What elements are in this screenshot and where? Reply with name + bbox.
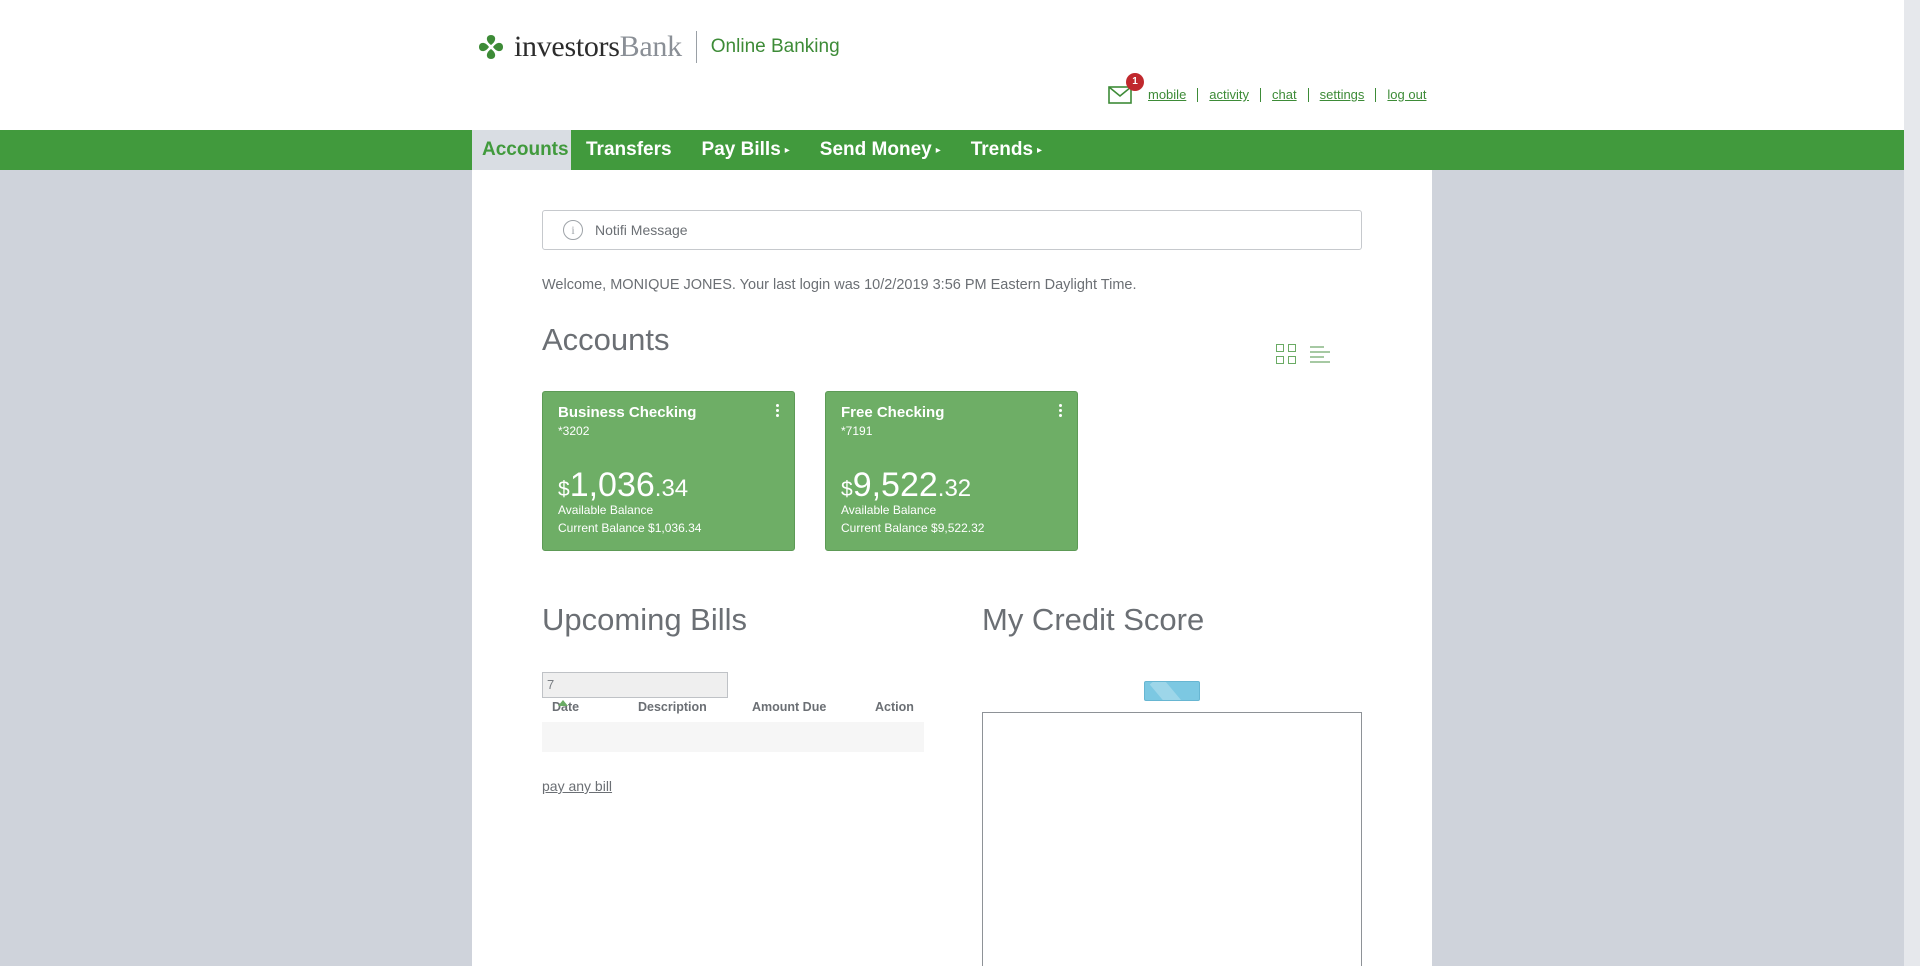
chat-link[interactable]: chat xyxy=(1260,88,1308,102)
account-card-free-checking[interactable]: Free Checking *7191 $9,522.32 Available … xyxy=(825,391,1078,551)
clover-logo-icon xyxy=(476,32,506,62)
available-balance: $9,522.32 xyxy=(841,466,972,504)
online-banking-label: Online Banking xyxy=(710,36,840,57)
main-nav: Accounts Transfers Pay Bills ▸ Send Money… xyxy=(0,130,1904,178)
nav-accounts[interactable]: Accounts xyxy=(472,130,571,178)
info-icon: i xyxy=(563,220,583,240)
available-balance-label: Available Balance xyxy=(558,503,654,517)
account-number: *3202 xyxy=(558,424,590,438)
account-number: *7191 xyxy=(841,424,873,438)
caret-right-icon: ▸ xyxy=(935,145,941,156)
bills-table-header: Date Description Amount Due Action xyxy=(552,700,914,714)
pay-any-bill-link[interactable]: pay any bill xyxy=(542,778,612,794)
log-out-link[interactable]: log out xyxy=(1375,88,1437,102)
notification-bar[interactable]: i Notifi Message xyxy=(542,210,1362,250)
credit-score-heading: My Credit Score xyxy=(982,602,1205,637)
account-name: Business Checking xyxy=(558,404,697,421)
nav-send-money[interactable]: Send Money ▸ xyxy=(805,130,956,170)
bills-days-filter-input[interactable]: 7 xyxy=(542,672,728,698)
caret-right-icon: ▸ xyxy=(1037,145,1043,156)
accounts-heading: Accounts xyxy=(542,322,670,357)
available-balance: $1,036.34 xyxy=(558,466,689,504)
scrollbar-track[interactable] xyxy=(1904,0,1920,966)
logo-divider xyxy=(695,31,697,63)
credit-score-frame xyxy=(982,712,1362,966)
header: investorsBank Online Banking 1 mobile ac… xyxy=(0,0,1904,130)
upcoming-bills-heading: Upcoming Bills xyxy=(542,602,748,637)
account-card-business-checking[interactable]: Business Checking *3202 $1,036.34 Availa… xyxy=(542,391,795,551)
notification-text: Notifi Message xyxy=(595,222,688,238)
account-name: Free Checking xyxy=(841,404,945,421)
messages-button[interactable]: 1 xyxy=(1108,73,1144,104)
list-view-icon[interactable] xyxy=(1310,344,1332,364)
settings-link[interactable]: settings xyxy=(1307,88,1376,102)
activity-link[interactable]: activity xyxy=(1197,88,1260,102)
nav-transfers[interactable]: Transfers xyxy=(571,130,687,170)
table-row-empty xyxy=(542,722,924,752)
mobile-link[interactable]: mobile xyxy=(1148,88,1197,102)
main-content: i Notifi Message Welcome, MONIQUE JONES.… xyxy=(472,170,1432,966)
welcome-message: Welcome, MONIQUE JONES. Your last login … xyxy=(542,277,1137,293)
nav-trends[interactable]: Trends ▸ xyxy=(956,130,1057,170)
view-toggle xyxy=(1276,344,1332,364)
available-balance-label: Available Balance xyxy=(841,503,937,517)
grid-view-icon[interactable] xyxy=(1276,344,1296,364)
brand-name: investorsBank xyxy=(514,30,682,63)
bank-logo[interactable]: investorsBank Online Banking xyxy=(476,30,840,64)
credit-score-loading-button[interactable] xyxy=(1144,681,1200,701)
message-count-badge: 1 xyxy=(1126,73,1144,91)
more-vertical-icon[interactable] xyxy=(1059,404,1063,419)
utility-links: 1 mobile activity chat settings log out xyxy=(1108,73,1437,104)
column-action: Action xyxy=(875,700,914,714)
column-amount-due[interactable]: Amount Due xyxy=(752,700,826,714)
nav-pay-bills[interactable]: Pay Bills ▸ xyxy=(687,130,805,170)
more-vertical-icon[interactable] xyxy=(776,404,780,419)
current-balance: Current Balance $9,522.32 xyxy=(841,521,985,535)
sort-ascending-icon xyxy=(558,700,568,706)
current-balance: Current Balance $1,036.34 xyxy=(558,521,702,535)
column-description[interactable]: Description xyxy=(638,700,707,714)
caret-right-icon: ▸ xyxy=(784,145,790,156)
